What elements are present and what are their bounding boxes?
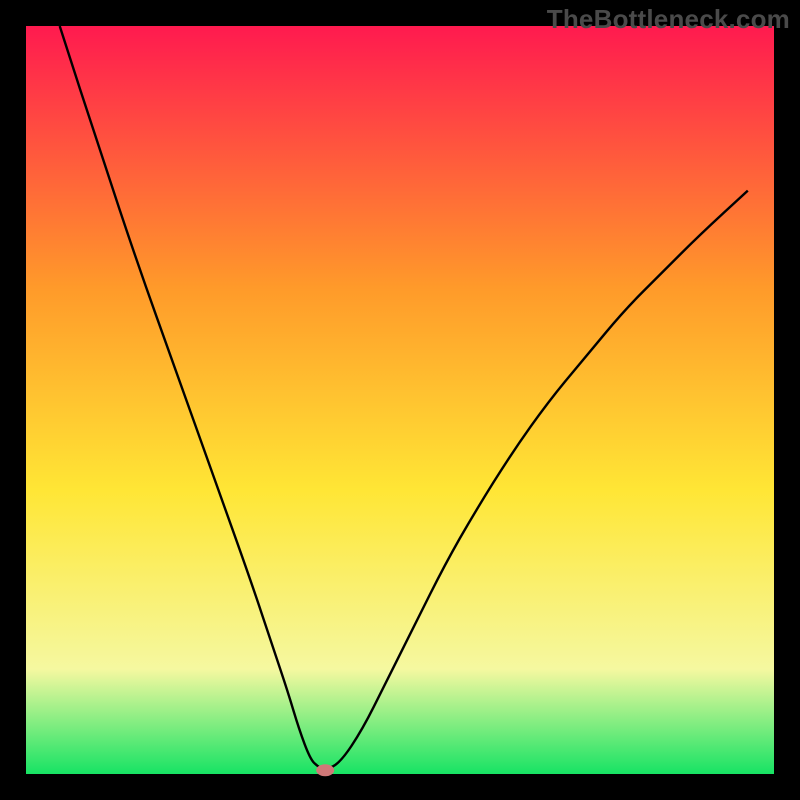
watermark-text: TheBottleneck.com bbox=[547, 4, 790, 35]
chart-container: TheBottleneck.com bbox=[0, 0, 800, 800]
min-point-marker bbox=[316, 764, 334, 776]
plot-area bbox=[26, 26, 774, 774]
bottleneck-chart bbox=[0, 0, 800, 800]
